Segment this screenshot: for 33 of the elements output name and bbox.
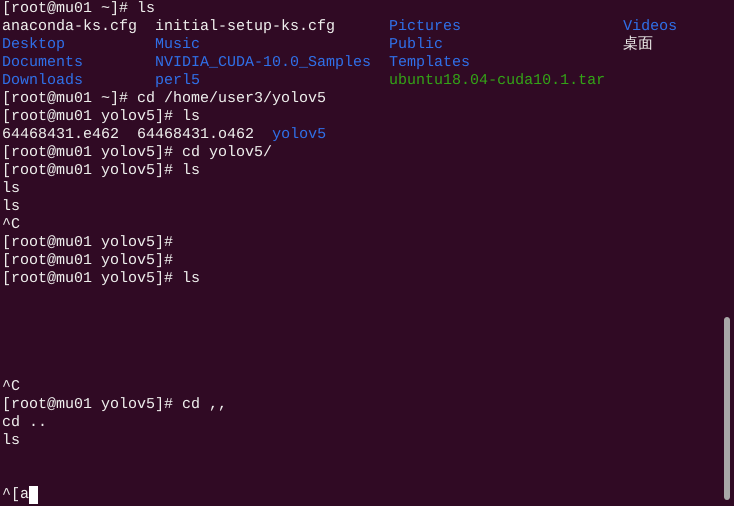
terminal-text: 64468431.o462	[137, 126, 254, 144]
terminal-text: [root@mu01 ~]# ls	[2, 0, 156, 18]
terminal-text: ^[a	[2, 486, 30, 504]
archive-file-name: ubuntu18.04-cuda10.1.tar	[389, 72, 606, 89]
terminal-text: ls	[2, 432, 20, 450]
terminal-text: 桌面	[623, 36, 654, 53]
directory-name: yolov5	[272, 126, 326, 144]
terminal-text: [root@mu01 yolov5]# ls	[2, 162, 200, 180]
directory-name: Music	[155, 36, 200, 53]
terminal-text: [root@mu01 yolov5]#	[2, 234, 174, 252]
terminal-text: cd ..	[2, 414, 48, 432]
terminal-text: [root@mu01 yolov5]# ls	[2, 108, 200, 126]
terminal-text: ls	[2, 198, 20, 216]
directory-name: Documents	[2, 54, 84, 71]
directory-name: Templates	[389, 54, 470, 71]
directory-name: Videos	[623, 18, 678, 35]
terminal-text: ^C	[2, 378, 20, 396]
terminal-text: 64468431.e462	[2, 126, 120, 144]
terminal-text: [root@mu01 yolov5]# cd ,,	[2, 396, 228, 414]
directory-name: perl5	[155, 72, 200, 89]
terminal-text: [root@mu01 yolov5]#	[2, 252, 174, 270]
directory-name: NVIDIA_CUDA-10.0_Samples	[155, 54, 372, 71]
terminal-text: initial-setup-ks.cfg	[155, 18, 336, 35]
terminal-text: [root@mu01 yolov5]# ls	[2, 270, 200, 288]
terminal-text: ^C	[2, 216, 20, 234]
directory-name: Downloads	[2, 72, 84, 89]
directory-name: Pictures	[389, 18, 462, 35]
terminal-text: [root@mu01 yolov5]# cd yolov5/	[2, 144, 272, 162]
terminal-text: [root@mu01 ~]# cd /home/user3/yolov5	[2, 90, 326, 108]
terminal-text: ls	[2, 180, 20, 198]
directory-name: Public	[389, 36, 444, 53]
directory-name: Desktop	[2, 36, 66, 53]
terminal-text: anaconda-ks.cfg	[2, 18, 138, 35]
